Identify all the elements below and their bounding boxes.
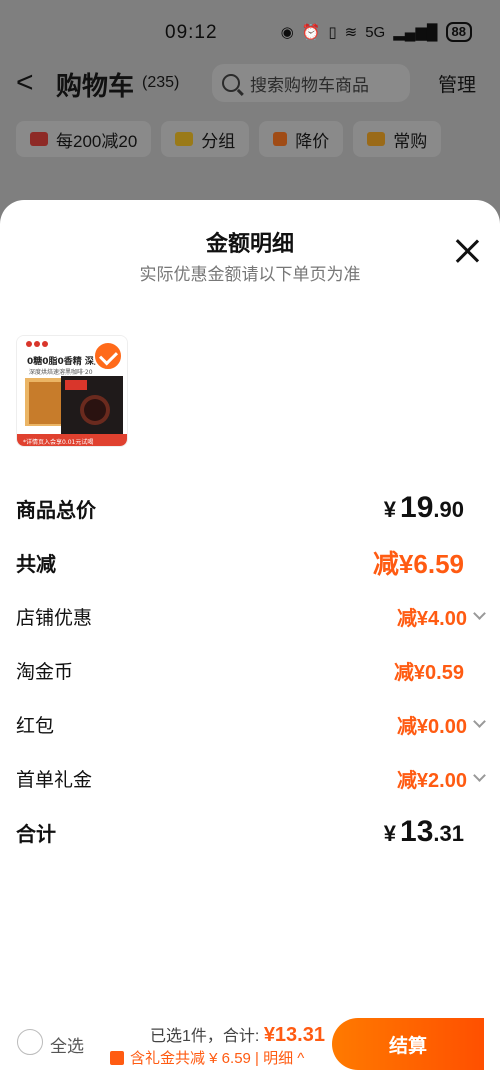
first-order-label: 首单礼金 — [16, 769, 93, 791]
subtotal-label: 商品总价 — [16, 499, 96, 522]
alarm-icon: ⏰ — [301, 24, 321, 41]
chip-price-drop[interactable]: 降价 — [259, 121, 344, 157]
chip-label: 每200减20 — [56, 131, 138, 151]
shop-discount-value: 减¥4.00 — [396, 607, 467, 630]
cart-icon — [367, 132, 386, 146]
product-thumb-badge: *详情页入会享0.01元试喝 — [23, 438, 93, 446]
amount-detail-sheet: 金额明细 实际优惠金额请以下单页为准 0糖0脂0香精 深速 深度烘焙速溶黑咖啡·… — [0, 200, 500, 1085]
search-input[interactable]: 搜索购物车商品 — [212, 64, 410, 102]
row-reduction: 共减 减¥6.59 — [16, 544, 484, 580]
battery-icon: 88 — [445, 22, 472, 42]
product-thumb-text: 0糖0脂0香精 深速 — [27, 355, 103, 367]
chip-frequent[interactable]: 常购 — [353, 121, 442, 157]
chip-group[interactable]: 分组 — [161, 121, 250, 157]
first-order-value-wrap: 减¥2.00 — [396, 764, 486, 793]
chevron-down-icon — [473, 714, 486, 728]
bottom-total: ¥13.31 — [263, 1024, 325, 1046]
subtotal-value: ¥ 19 .90 — [384, 491, 464, 525]
selected-check-icon[interactable] — [93, 341, 123, 371]
red-packet-value-wrap: 减¥0.00 — [396, 710, 486, 739]
row-coins: 淘金币 减¥0.59 — [16, 652, 484, 688]
arrow-down-icon — [273, 132, 288, 146]
cart-count: (235) — [142, 74, 180, 91]
wifi-icon: ≋ — [344, 24, 358, 41]
chevron-down-icon — [473, 768, 486, 782]
row-total: 合计 ¥ 13 .31 — [16, 814, 484, 850]
eye-icon: ◉ — [280, 24, 294, 41]
shop-discount-value-wrap: 减¥4.00 — [396, 602, 486, 631]
reduction-label: 共减 — [16, 553, 56, 576]
status-bar: 09:12 ◉ ⏰ ▯ ≋ 5G ▂▄▆█ 88 — [0, 0, 500, 66]
row-shop-discount[interactable]: 店铺优惠 减¥4.00 — [16, 598, 486, 634]
gift-detail-text: 含礼金共减 ¥ 6.59 | 明细 ^ — [130, 1050, 305, 1067]
row-subtotal: 商品总价 ¥ 19 .90 — [16, 490, 484, 526]
chip-discount[interactable]: 每200减20 — [16, 121, 152, 157]
status-time: 09:12 — [165, 22, 218, 43]
coins-label: 淘金币 — [16, 661, 74, 683]
total-dec: .31 — [433, 821, 464, 846]
search-placeholder: 搜索购物车商品 — [250, 75, 369, 95]
subtotal-int: 19 — [400, 491, 434, 524]
coins-value: 减¥0.59 — [393, 661, 464, 684]
total-value: ¥ 13 .31 — [384, 815, 464, 849]
select-all-label[interactable]: 全选 — [50, 1032, 84, 1057]
product-thumb-sub: 深度烘焙速溶黑咖啡·20 — [29, 368, 93, 376]
subtotal-yen: ¥ — [383, 497, 397, 522]
sheet-title: 金额明细 — [205, 231, 294, 256]
coins-value-wrap: 减¥0.59 — [394, 656, 464, 685]
signal-label: 5G — [365, 23, 386, 41]
chip-label: 降价 — [295, 131, 330, 151]
manage-button[interactable]: 管理 — [438, 70, 476, 97]
gift-icon — [30, 132, 48, 146]
total-int: 13 — [400, 815, 434, 848]
cart-header: < 购物车 (235) 搜索购物车商品 管理 — [0, 62, 500, 106]
first-order-value: 减¥2.00 — [396, 769, 467, 792]
page-title: 购物车 — [56, 71, 135, 101]
sheet-subtitle: 实际优惠金额请以下单页为准 — [139, 265, 361, 284]
select-all-radio[interactable] — [17, 1029, 43, 1055]
total-label: 合计 — [16, 823, 56, 846]
subtotal-dec: .90 — [433, 497, 464, 522]
back-icon[interactable]: < — [16, 66, 34, 100]
red-packet-label: 红包 — [16, 715, 55, 737]
gift-detail-link[interactable]: 含礼金共减 ¥ 6.59 | 明细 ^ — [110, 1047, 304, 1068]
signal-icon: ▂▄▆█ — [393, 24, 438, 41]
row-red-packet[interactable]: 红包 减¥0.00 — [16, 706, 486, 742]
vibrate-icon: ▯ — [328, 24, 337, 41]
close-icon[interactable] — [454, 238, 480, 264]
search-icon — [222, 74, 240, 92]
reduction-value: 减¥6.59 — [372, 548, 464, 579]
row-first-order[interactable]: 首单礼金 减¥2.00 — [16, 760, 486, 796]
chip-label: 常购 — [393, 131, 428, 151]
shop-discount-label: 店铺优惠 — [16, 607, 93, 629]
selected-count-text: 已选1件，合计: — [150, 1028, 260, 1045]
folder-icon — [175, 132, 194, 146]
status-icons: ◉ ⏰ ▯ ≋ 5G ▂▄▆█ 88 — [281, 22, 472, 42]
gift-icon — [110, 1050, 124, 1065]
total-yen: ¥ — [383, 821, 397, 846]
checkout-button[interactable]: 结算 — [332, 1018, 484, 1070]
filter-chips: 每200减20 分组 降价 常购 — [16, 121, 442, 157]
chevron-down-icon — [473, 606, 486, 620]
checkout-bar: 全选 已选1件，合计: ¥13.31 含礼金共减 ¥ 6.59 | 明细 ^ 结… — [0, 1010, 500, 1085]
selected-summary: 已选1件，合计: ¥13.31 — [150, 1022, 325, 1047]
red-packet-value: 减¥0.00 — [396, 715, 467, 738]
chip-label: 分组 — [201, 131, 236, 151]
